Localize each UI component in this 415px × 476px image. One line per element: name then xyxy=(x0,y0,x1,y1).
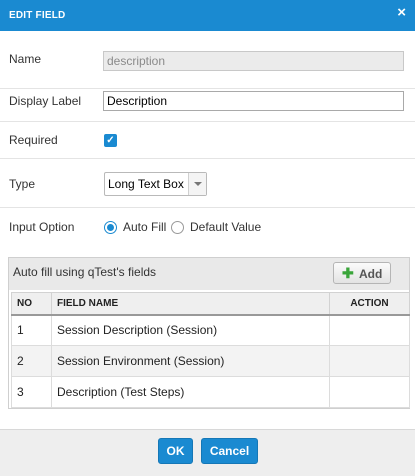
auto-fill-radio-label[interactable]: Auto Fill xyxy=(123,220,166,234)
row-no: 1 xyxy=(11,314,52,346)
table-row[interactable]: 3 Description (Test Steps) xyxy=(11,376,410,408)
cancel-button[interactable]: Cancel xyxy=(201,438,258,464)
add-plus-icon: ✚ xyxy=(342,265,354,281)
checkbox-checked-icon: ✓ xyxy=(106,135,115,146)
column-header-no[interactable]: NO xyxy=(11,292,52,316)
default-value-radio-label[interactable]: Default Value xyxy=(190,220,261,234)
required-row: Required ✓ xyxy=(0,122,415,159)
default-value-radio[interactable] xyxy=(171,221,184,234)
column-header-field-name[interactable]: FIELD NAME xyxy=(51,292,330,316)
dialog-footer: OK Cancel xyxy=(0,429,415,476)
type-select[interactable]: Long Text Box xyxy=(104,172,207,196)
name-field xyxy=(103,51,404,71)
dialog-title: EDIT FIELD xyxy=(9,10,66,21)
close-icon[interactable]: × xyxy=(397,4,406,21)
name-row: Name xyxy=(0,31,415,89)
autofill-panel-title: Auto fill using qTest's fields xyxy=(13,265,157,279)
table-row[interactable]: 2 Session Environment (Session) xyxy=(11,345,410,377)
name-label: Name xyxy=(9,52,42,66)
type-label: Type xyxy=(9,177,36,191)
table-header-row: NO FIELD NAME ACTION xyxy=(11,292,410,316)
autofill-table: NO FIELD NAME ACTION 1 Session Descripti… xyxy=(11,292,410,408)
input-option-label: Input Option xyxy=(9,220,75,234)
display-label-label: Display Label xyxy=(9,94,82,108)
input-option-row: Input Option Auto Fill Default Value xyxy=(0,208,415,248)
row-no: 3 xyxy=(11,376,52,408)
autofill-panel-header: Auto fill using qTest's fields ✚ Add xyxy=(9,258,409,290)
table-row[interactable]: 1 Session Description (Session) xyxy=(11,314,410,346)
dialog-titlebar: EDIT FIELD × xyxy=(0,0,415,31)
required-checkbox[interactable]: ✓ xyxy=(104,134,117,147)
column-header-action[interactable]: ACTION xyxy=(329,292,410,316)
type-select-value: Long Text Box xyxy=(108,177,184,191)
row-field-name: Session Environment (Session) xyxy=(51,345,330,377)
row-action[interactable] xyxy=(329,345,410,377)
auto-fill-radio[interactable] xyxy=(104,221,117,234)
type-row: Type Long Text Box xyxy=(0,159,415,208)
display-label-field[interactable] xyxy=(103,91,404,111)
add-button-label: Add xyxy=(359,267,383,281)
add-button[interactable]: ✚ Add xyxy=(333,262,391,284)
row-action[interactable] xyxy=(329,376,410,408)
dropdown-arrow-icon[interactable] xyxy=(188,173,206,195)
row-no: 2 xyxy=(11,345,52,377)
row-field-name: Description (Test Steps) xyxy=(51,376,330,408)
required-label: Required xyxy=(9,133,58,147)
ok-button[interactable]: OK xyxy=(158,438,193,464)
autofill-panel: Auto fill using qTest's fields ✚ Add NO … xyxy=(8,257,410,409)
row-field-name: Session Description (Session) xyxy=(51,314,330,346)
row-action[interactable] xyxy=(329,314,410,346)
display-label-row: Display Label xyxy=(0,89,415,122)
